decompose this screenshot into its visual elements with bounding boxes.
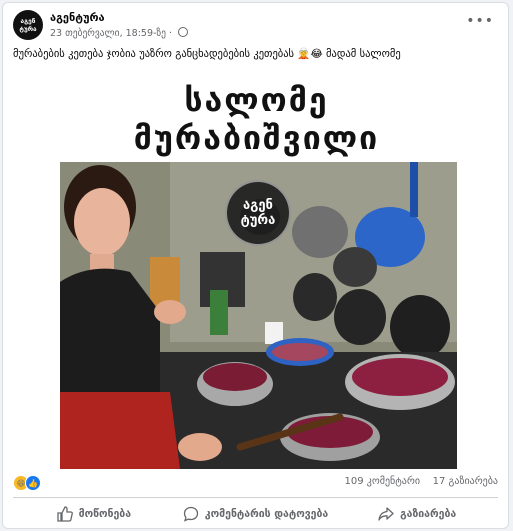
- watermark-text-bottom: ტურა: [240, 213, 276, 228]
- post-caption: მურაბების კეთება ჯობია უაზრო განცხადებებ…: [13, 48, 401, 60]
- like-button[interactable]: მოწონება: [13, 500, 175, 528]
- comment-label: კომენტარის დატოვება: [204, 508, 329, 520]
- page-name-link[interactable]: აგენტურა: [50, 11, 105, 24]
- like-label: მოწონება: [78, 508, 132, 520]
- post-header: აგენ ტურა აგენტურა 23 თებერვალი, 18:59-ზ…: [13, 10, 498, 44]
- comments-count[interactable]: 109 კომენტარი: [344, 476, 420, 487]
- image-headline-line2: მურაბიშვილი: [133, 119, 380, 157]
- comment-icon: [183, 506, 198, 522]
- divider: [13, 497, 498, 498]
- watermark-text-top: აგენ: [243, 198, 273, 213]
- share-button[interactable]: გაზიარება: [336, 500, 498, 528]
- globe-icon: [178, 27, 189, 37]
- share-arrow-icon: [378, 507, 394, 521]
- post-actions: მოწონება კომენტარის დატოვება გაზიარება: [13, 500, 498, 528]
- watermark-logo: აგენ ტურა: [225, 180, 291, 246]
- avatar-text-bottom: ტურა: [19, 25, 37, 33]
- image-headline-line1: სალომე: [184, 81, 329, 119]
- post-meta: 23 თებერვალი, 18:59-ზე ·: [50, 27, 189, 39]
- avatar-text-top: აგენ: [20, 17, 36, 25]
- shares-count[interactable]: 17 გაზიარება: [433, 476, 498, 487]
- thumbs-up-icon: [56, 506, 73, 522]
- post-image[interactable]: სალომე მურაბიშვილი აგენ ტურა: [3, 69, 508, 469]
- more-options-icon[interactable]: •••: [466, 13, 494, 29]
- reaction-summary[interactable]: 😆 👍: [13, 475, 41, 491]
- comment-button[interactable]: კომენტარის დატოვება: [175, 500, 337, 528]
- like-reaction-icon: 👍: [25, 475, 41, 491]
- page-avatar[interactable]: აგენ ტურა: [13, 10, 43, 40]
- kitchen-photo: აგენ ტურა: [60, 162, 457, 469]
- share-label: გაზიარება: [400, 508, 457, 520]
- post-timestamp[interactable]: 23 თებერვალი, 18:59-ზე: [50, 28, 166, 39]
- post-card: აგენ ტურა აგენტურა 23 თებერვალი, 18:59-ზ…: [2, 2, 509, 529]
- post-stats: 😆 👍 109 კომენტარი 17 გაზიარება: [13, 475, 498, 491]
